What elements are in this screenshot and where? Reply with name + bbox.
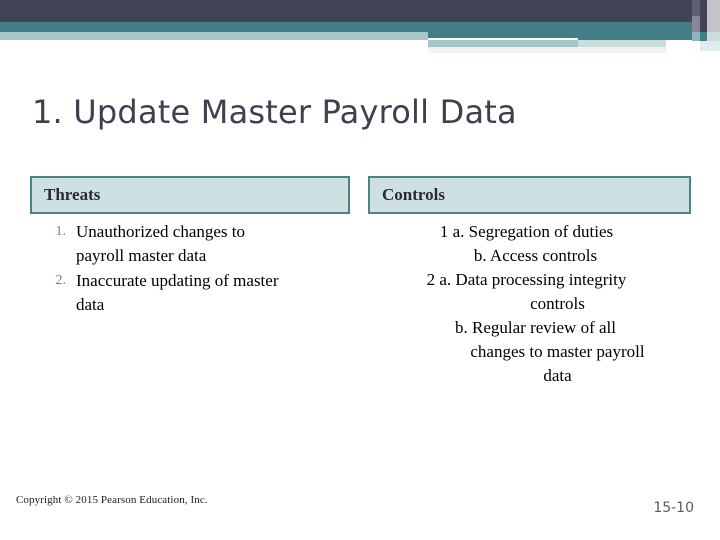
header-vertical-stripe-midgray	[692, 0, 700, 16]
column-body-controls: 1 a. Segregation of duties b. Access con…	[368, 214, 691, 388]
header-band-navy	[0, 0, 720, 22]
threats-list: 1. Unauthorized changes to payroll maste…	[30, 220, 350, 317]
controls-list: 1 a. Segregation of duties b. Access con…	[368, 220, 691, 388]
header-band-light-tail	[578, 40, 666, 47]
header-vertical-stripe-lower-4	[700, 41, 720, 51]
header-band-separator	[428, 38, 578, 40]
list-item-label: Inaccurate updating of master data	[76, 271, 279, 314]
list-item-number: 1.	[55, 224, 67, 239]
column-body-threats: 1. Unauthorized changes to payroll maste…	[30, 214, 350, 317]
list-item: b. Regular review of all	[455, 318, 616, 337]
header-vertical-stripe-lower-1	[692, 32, 700, 41]
page-number: 15-10	[653, 500, 694, 516]
list-item: controls	[530, 294, 585, 313]
table-column-threats: Threats 1. Unauthorized changes to payro…	[30, 176, 350, 318]
column-header-threats: Threats	[30, 176, 350, 214]
header-band-light-left	[0, 32, 428, 40]
list-item: b. Access controls	[473, 246, 598, 265]
list-item-label: Unauthorized changes to payroll master d…	[76, 222, 245, 265]
list-item: 1 a. Segregation of duties	[439, 222, 614, 241]
column-header-controls: Controls	[368, 176, 691, 214]
list-item: 2. Inaccurate updating of master data	[30, 269, 350, 317]
slide-header-decoration	[0, 0, 720, 60]
header-band-faint	[428, 47, 666, 53]
page-title: 1. Update Master Payroll Data	[32, 93, 517, 132]
list-item: 1. Unauthorized changes to payroll maste…	[30, 220, 350, 268]
header-band-teal	[0, 22, 720, 32]
list-item: 2 a. Data processing integrity	[426, 270, 627, 289]
list-item: data	[543, 366, 572, 385]
list-item-number: 2.	[55, 273, 67, 288]
list-item: changes to master payroll	[470, 342, 645, 361]
header-vertical-stripe-lightgray	[707, 0, 720, 32]
copyright-notice: Copyright © 2015 Pearson Education, Inc.	[16, 494, 208, 506]
header-vertical-stripe-lower-2	[700, 32, 707, 41]
header-vertical-stripe-lower-3	[707, 32, 720, 41]
header-vertical-stripe-navy	[700, 0, 707, 32]
table-column-controls: Controls 1 a. Segregation of duties b. A…	[368, 176, 691, 388]
